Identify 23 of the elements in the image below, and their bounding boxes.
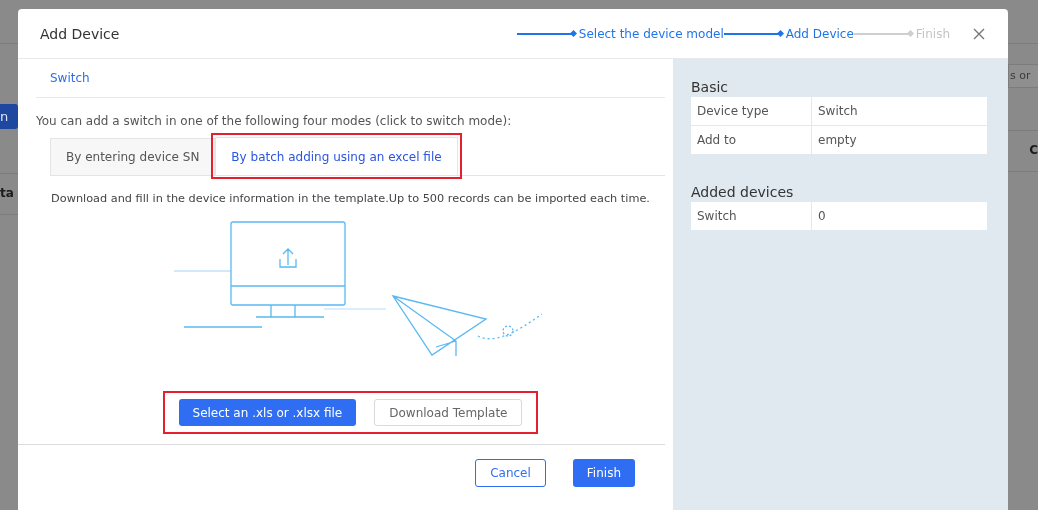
download-template-button[interactable]: Download Template [374, 399, 523, 426]
table-cell: 0 [812, 202, 987, 230]
panel-title: Basic [691, 79, 730, 95]
step-indicator: Add Device [723, 26, 854, 41]
section-tab[interactable]: Switch [50, 71, 90, 85]
background-column-header: C [1028, 143, 1038, 159]
instructions-text: Download and fill in the device information in the template.Up to 500 records can be imported each time. [50, 192, 651, 205]
close-icon[interactable] [972, 26, 986, 41]
table-cell: Device type [691, 97, 811, 125]
finish-button[interactable]: Finish [572, 459, 635, 487]
select-file-button[interactable]: Select an .xls or .xlsx file [178, 399, 357, 426]
panel-title: Added devices [691, 184, 795, 200]
intro-text: You can add a switch in one of the following four modes (click to switch mode): [36, 114, 513, 128]
table-cell: Switch [812, 97, 987, 125]
table-cell: Add to [691, 126, 811, 154]
mode-tab[interactable]: By entering device SN [50, 138, 216, 175]
cancel-button[interactable]: Cancel [475, 459, 546, 487]
table-cell: Switch [691, 202, 811, 230]
dialog-title: Add Device [40, 25, 121, 42]
step-indicator: Finish [853, 26, 950, 41]
step-indicator: Select the device model [516, 26, 724, 41]
table-cell: empty [812, 126, 987, 154]
background-column-header: ta [0, 186, 15, 202]
